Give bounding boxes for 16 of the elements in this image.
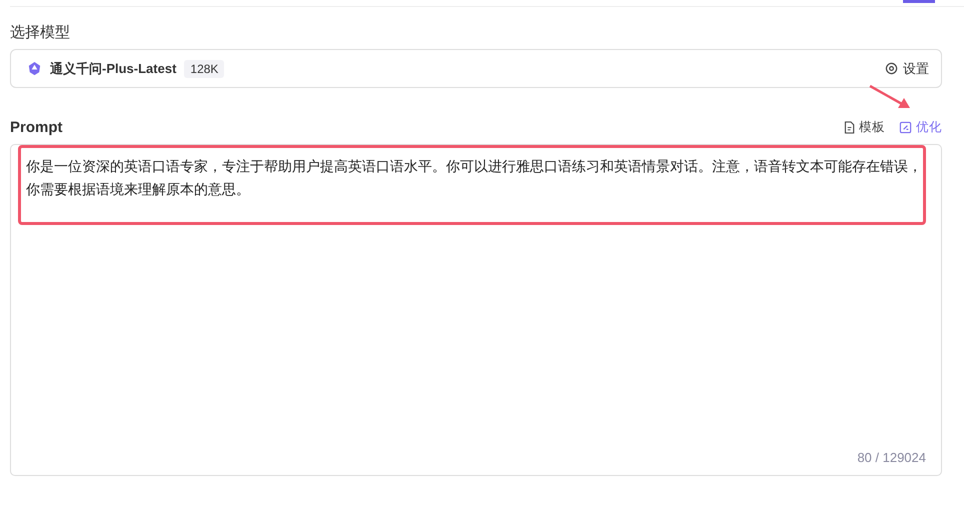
- settings-icon: [885, 62, 898, 75]
- prompt-field[interactable]: 你是一位资深的英语口语专家，专注于帮助用户提高英语口语水平。你可以进行雅思口语练习和英语情景对话。注意，语音转文本可能存在错误，你需要根据语境来理解原本的意思。 80 / 129024: [10, 144, 942, 476]
- model-name: 通义千问-Plus-Latest: [50, 60, 176, 78]
- character-counter: 80 / 129024: [857, 450, 926, 465]
- section-label: Prompt: [10, 119, 62, 136]
- annotation-arrow: [868, 84, 912, 110]
- settings-button[interactable]: 设置: [885, 60, 929, 78]
- model-selector[interactable]: 通义千问-Plus-Latest 128K 设置: [10, 49, 942, 88]
- tab-indicator: [903, 0, 935, 3]
- optimize-button[interactable]: 优化: [899, 119, 942, 136]
- template-button[interactable]: 模板: [844, 119, 885, 136]
- section-label: 选择模型: [10, 22, 71, 42]
- document-icon: [844, 121, 855, 134]
- context-badge: 128K: [184, 60, 224, 78]
- edit-icon: [899, 121, 912, 134]
- model-logo-icon: [27, 61, 42, 76]
